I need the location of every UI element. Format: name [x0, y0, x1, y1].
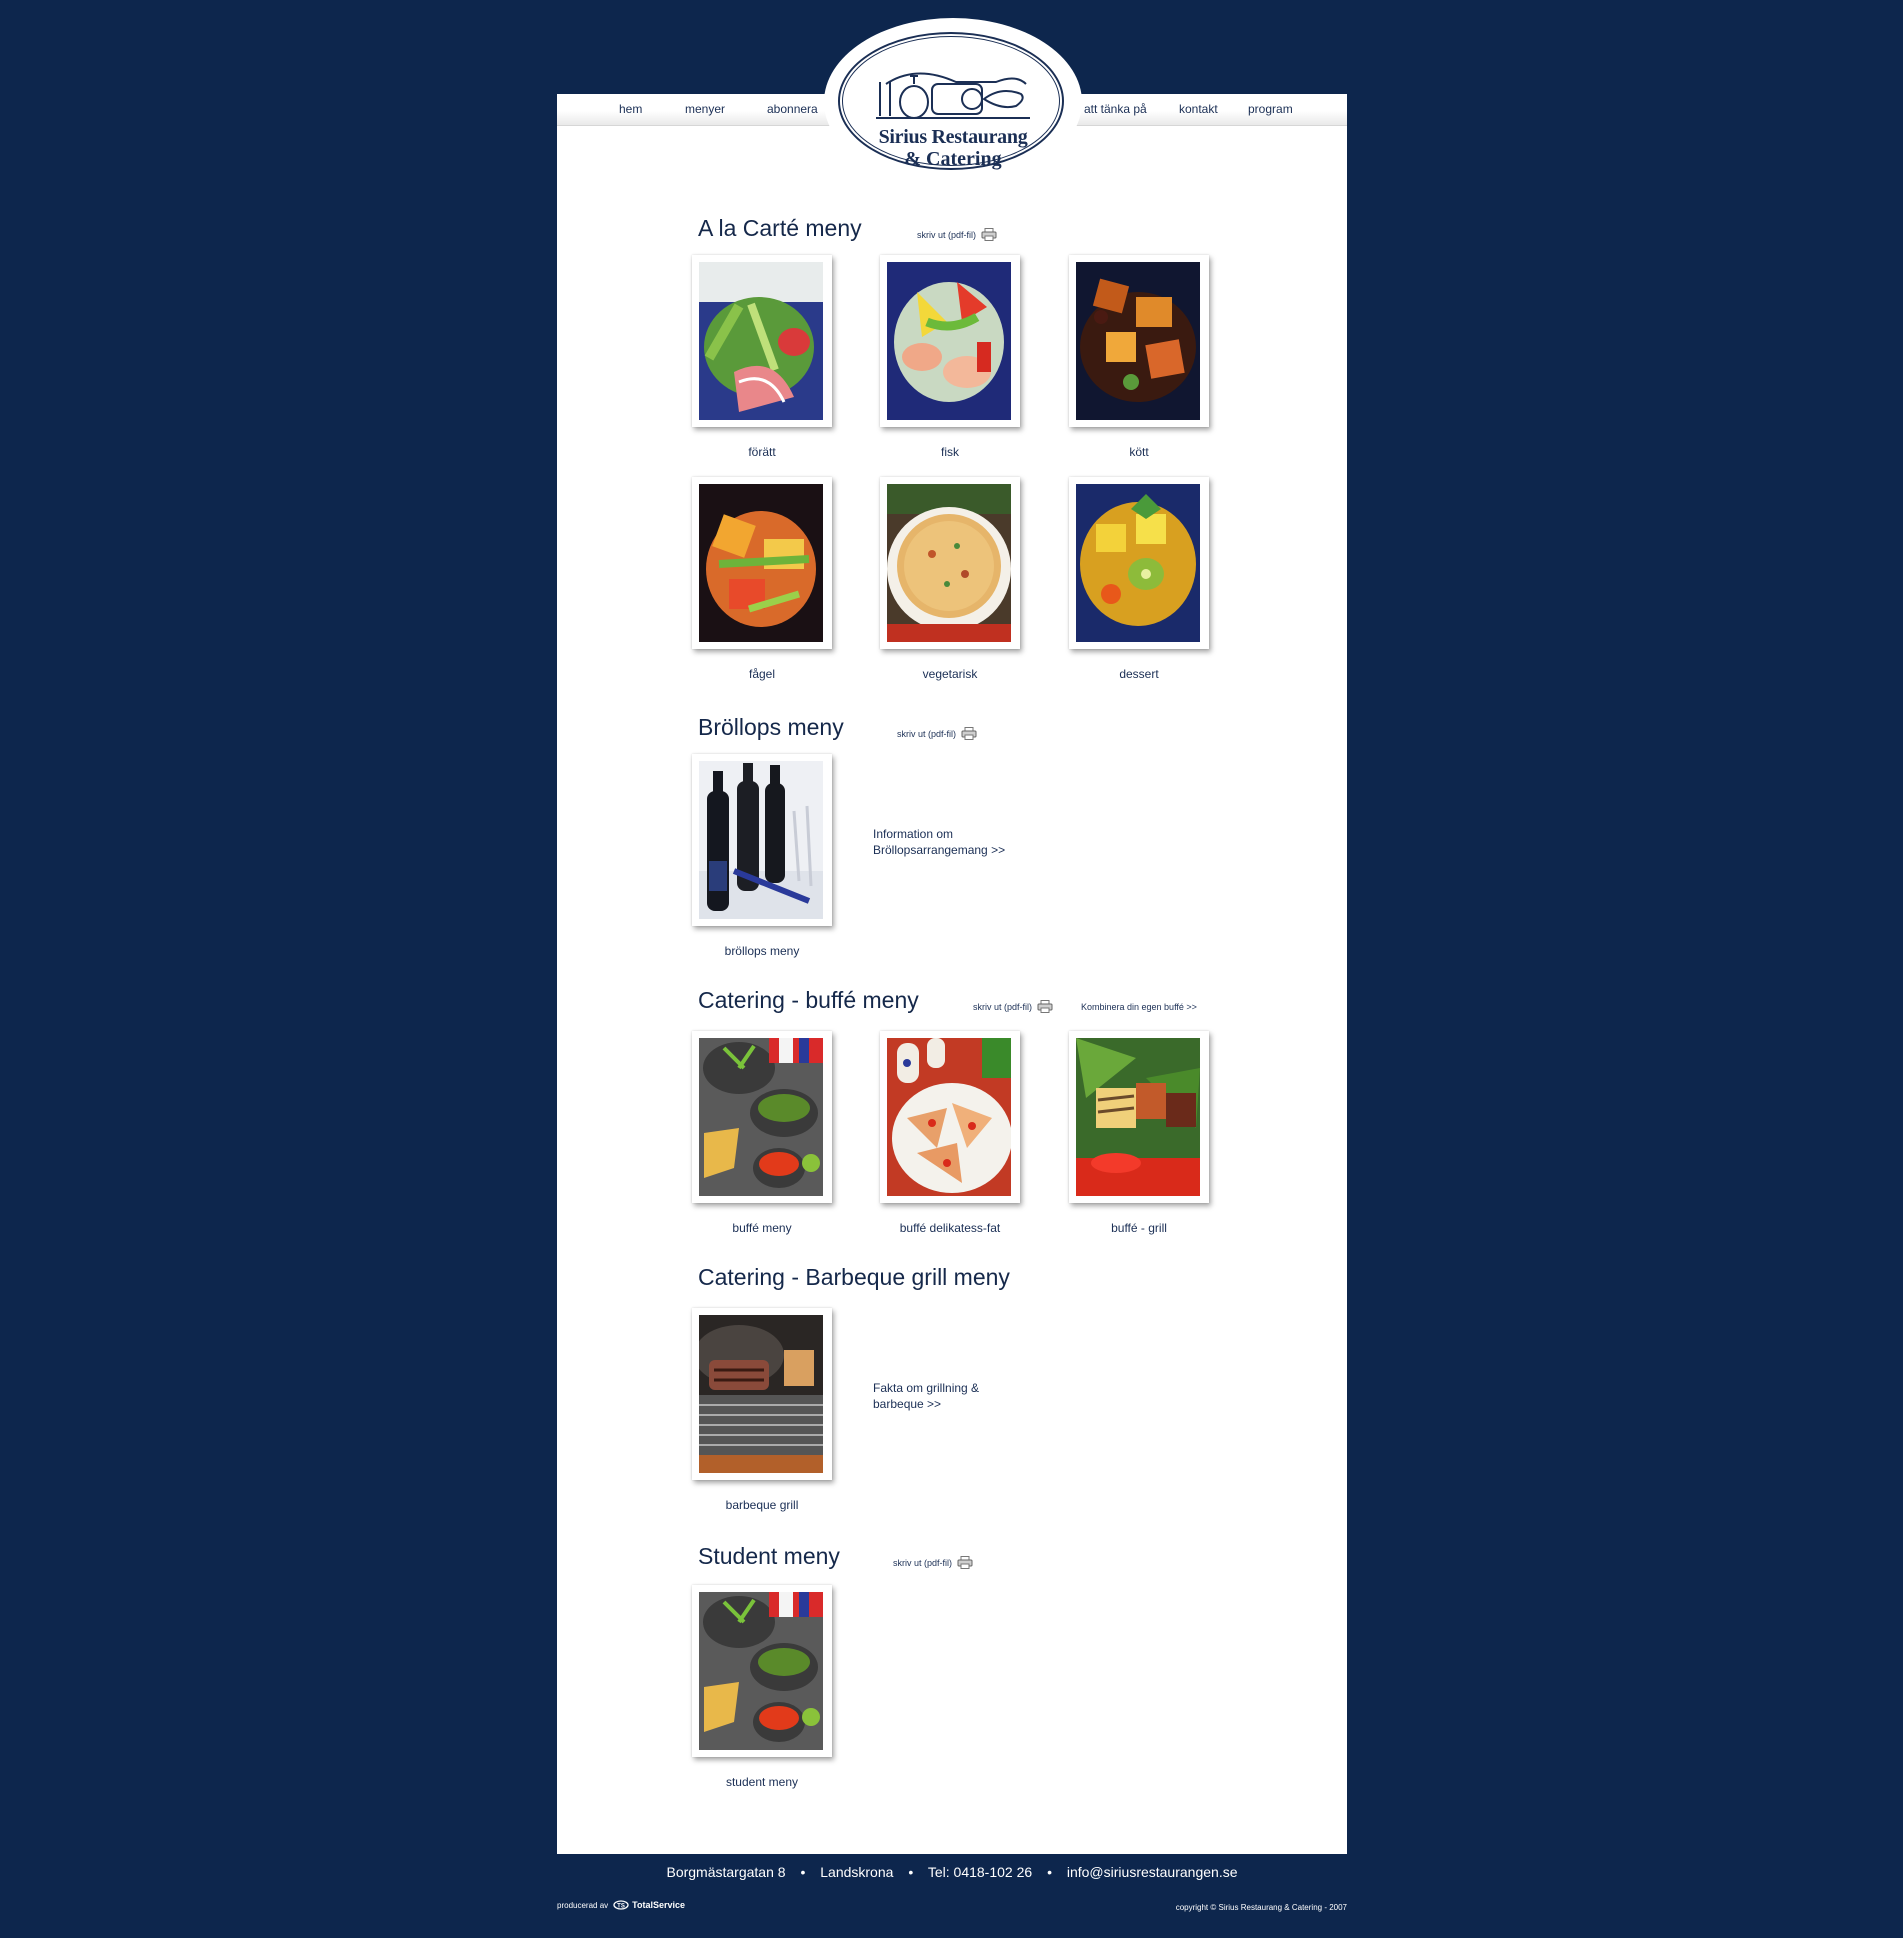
photo-fagel[interactable] — [692, 477, 832, 649]
photo-foratt[interactable] — [692, 255, 832, 427]
print-label: skriv ut (pdf-fil) — [917, 229, 977, 240]
info-line-1: Information om — [873, 827, 954, 841]
alacarte-print-link[interactable]: skriv ut (pdf-fil) — [917, 228, 997, 241]
photo-fisk[interactable] — [880, 255, 1020, 427]
caption-fisk[interactable]: fisk — [870, 445, 1030, 459]
footer-email[interactable]: info@siriusrestaurangen.se — [1067, 1864, 1238, 1880]
caption-brollops-meny[interactable]: bröllops meny — [682, 944, 842, 958]
info-line-2: Bröllopsarrangemang >> — [873, 843, 1006, 857]
logo-name: Sirius Restaurang — [878, 126, 1028, 148]
produced-by-label: producerad av — [557, 1900, 609, 1910]
totalservice-icon: TS — [613, 1900, 629, 1910]
printer-icon — [957, 1556, 973, 1569]
printer-icon — [981, 228, 997, 241]
buffe-print-link[interactable]: skriv ut (pdf-fil) — [973, 1000, 1053, 1013]
caption-fagel[interactable]: fågel — [682, 667, 842, 681]
producer-name: TotalService — [632, 1900, 686, 1910]
info-line-1: Fakta om grillning & — [873, 1381, 980, 1395]
photo-buffe-meny[interactable] — [692, 1031, 832, 1203]
content-page: hem menyer abonnera att tänka på kontakt… — [557, 94, 1347, 1854]
photo-brollops-meny[interactable] — [692, 754, 832, 926]
footer-phone: Tel: 0418-102 26 — [927, 1864, 1033, 1880]
photo-barbeque-grill[interactable] — [692, 1308, 832, 1480]
photo-buffe-delikatess-fat[interactable] — [880, 1031, 1020, 1203]
caption-foratt[interactable]: förätt — [682, 445, 842, 459]
nav-kontakt[interactable]: kontakt — [1179, 102, 1218, 116]
footer-separator: • — [800, 1864, 806, 1880]
caption-kott[interactable]: kött — [1059, 445, 1219, 459]
footer-address: Borgmästargatan 8 • Landskrona • Tel: 04… — [557, 1864, 1347, 1880]
alacarte-title: A la Carté meny — [698, 215, 862, 241]
photo-dessert[interactable] — [1069, 477, 1209, 649]
sirius-logo[interactable]: Sirius Restaurang & Catering — [824, 18, 1082, 186]
bbq-info-link[interactable]: Fakta om grillning & barbeque >> — [873, 1380, 1043, 1412]
photo-buffe-grill[interactable] — [1069, 1031, 1209, 1203]
caption-vegetarisk[interactable]: vegetarisk — [870, 667, 1030, 681]
photo-kott[interactable] — [1069, 255, 1209, 427]
footer-separator: • — [908, 1864, 914, 1880]
nav-hem[interactable]: hem — [619, 102, 642, 116]
cooking-illustration-icon — [876, 72, 1030, 119]
student-print-link[interactable]: skriv ut (pdf-fil) — [893, 1556, 973, 1569]
photo-student-meny[interactable] — [692, 1585, 832, 1757]
nav-abonnera[interactable]: abonnera — [767, 102, 818, 116]
kombinera-buffe-link[interactable]: Kombinera din egen buffé >> — [1081, 1002, 1197, 1012]
copyright: copyright © Sirius Restaurang & Catering… — [1175, 1903, 1347, 1912]
info-line-2: barbeque >> — [873, 1397, 942, 1411]
caption-barbeque-grill[interactable]: barbeque grill — [682, 1498, 842, 1512]
svg-text:TS: TS — [617, 1904, 625, 1910]
caption-buffe-grill[interactable]: buffé - grill — [1059, 1221, 1219, 1235]
print-label: skriv ut (pdf-fil) — [973, 1001, 1033, 1012]
brollop-print-link[interactable]: skriv ut (pdf-fil) — [897, 727, 977, 740]
totalservice-logo: TS TotalService — [613, 1900, 685, 1910]
brollop-info-link[interactable]: Information om Bröllopsarrangemang >> — [873, 826, 1043, 858]
nav-program[interactable]: program — [1248, 102, 1293, 116]
brollop-title: Bröllops meny — [698, 714, 844, 740]
caption-student-meny[interactable]: student meny — [682, 1775, 842, 1789]
print-label: skriv ut (pdf-fil) — [893, 1557, 953, 1568]
caption-buffe-meny[interactable]: buffé meny — [682, 1221, 842, 1235]
footer-city: Landskrona — [820, 1864, 894, 1880]
logo-subname: & Catering — [904, 148, 1002, 170]
print-label: skriv ut (pdf-fil) — [897, 728, 957, 739]
caption-dessert[interactable]: dessert — [1059, 667, 1219, 681]
producer-credit[interactable]: producerad av TS TotalService — [557, 1900, 685, 1910]
buffe-title: Catering - buffé meny — [698, 987, 919, 1013]
nav-att-tanka-pa[interactable]: att tänka på — [1084, 102, 1147, 116]
printer-icon — [961, 727, 977, 740]
footer-separator: • — [1047, 1864, 1052, 1880]
bbq-title: Catering - Barbeque grill meny — [698, 1264, 1010, 1290]
student-title: Student meny — [698, 1543, 840, 1569]
printer-icon — [1037, 1000, 1053, 1013]
caption-buffe-delikatess-fat[interactable]: buffé delikatess-fat — [870, 1221, 1030, 1235]
nav-menyer[interactable]: menyer — [685, 102, 725, 116]
footer-street: Borgmästargatan 8 — [666, 1864, 786, 1880]
photo-vegetarisk[interactable] — [880, 477, 1020, 649]
